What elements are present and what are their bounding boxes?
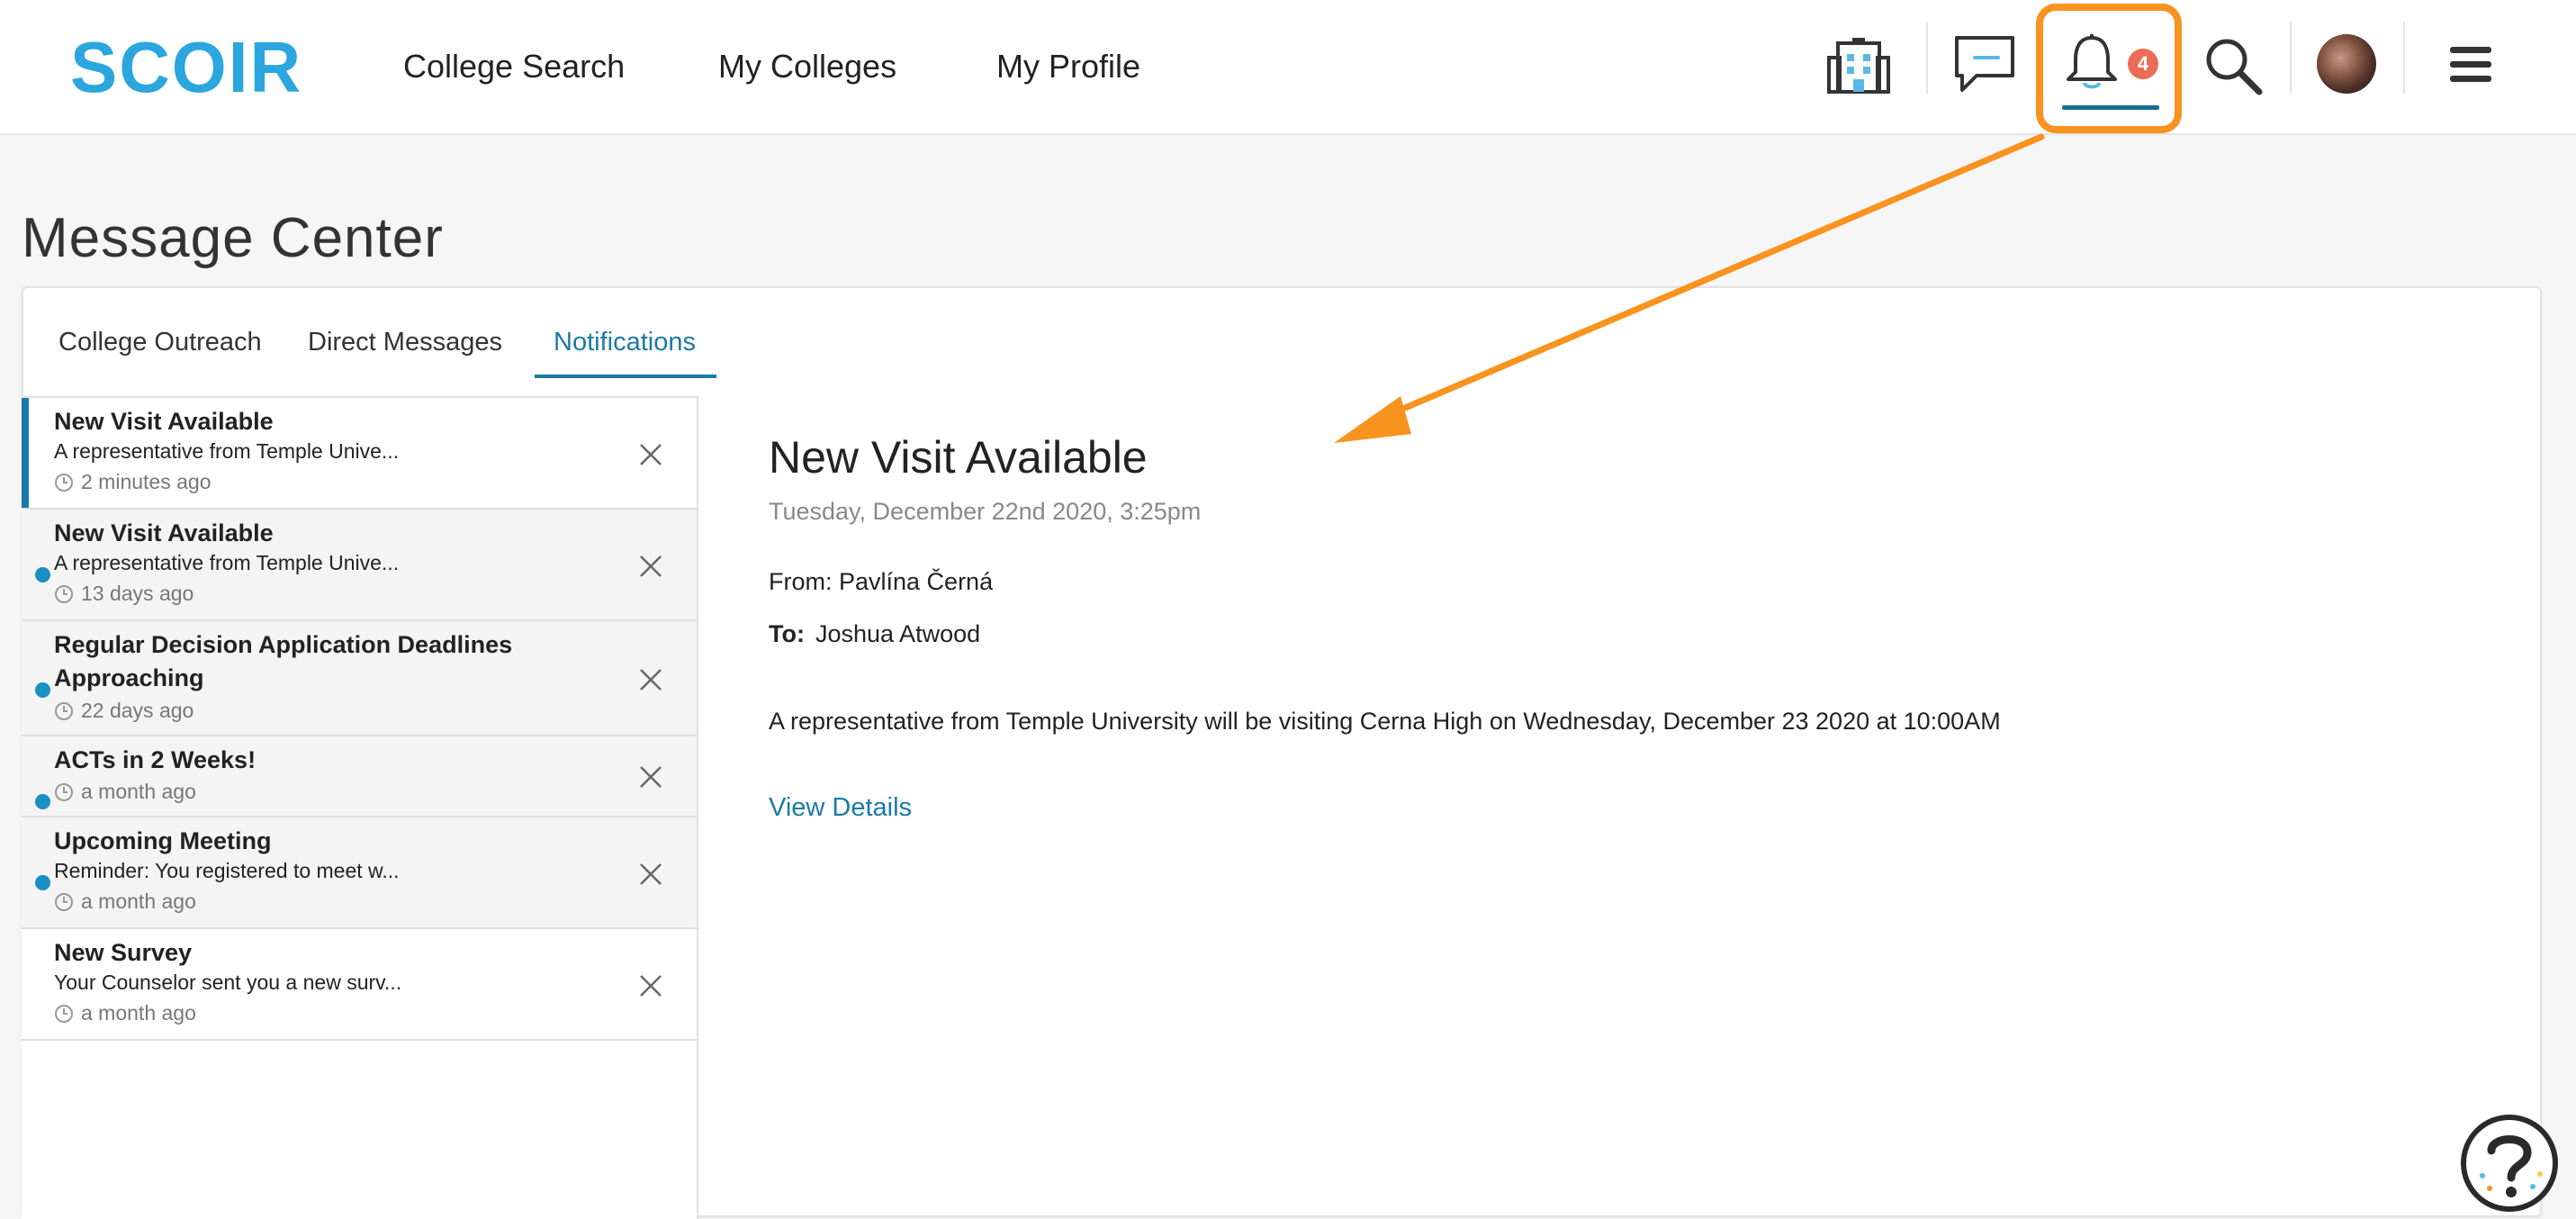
close-icon[interactable] [637,972,664,999]
notification-preview: A representative from Temple Unive... [54,439,400,463]
close-icon[interactable] [637,441,664,468]
close-icon[interactable] [637,763,664,790]
header-divider [2290,22,2292,94]
question-mark-icon [2480,1135,2543,1197]
top-header: SCOIR College Search My Colleges My Prof… [0,0,2576,135]
tab-direct-messages[interactable]: Direct Messages [308,324,502,360]
detail-body: A representative from Temple University … [769,708,2001,735]
close-icon[interactable] [637,861,664,888]
tab-active-underline [535,375,716,378]
unread-dot [35,567,50,582]
detail-date: Tuesday, December 22nd 2020, 3:25pm [769,498,1202,525]
list-item[interactable]: New Survey Your Counselor sent you a new… [22,929,697,1041]
avatar[interactable] [2317,34,2376,94]
notification-title: New Visit Available [54,408,274,435]
bell-icon[interactable] [2065,32,2119,92]
detail-title: New Visit Available [769,432,1148,483]
to-label: To: [769,620,805,647]
clock-icon [55,893,73,911]
header-divider [2403,22,2405,94]
notification-count-badge: 4 [2128,49,2158,79]
close-icon[interactable] [637,666,664,693]
search-icon[interactable] [2203,36,2263,95]
notification-title: Upcoming Meeting [54,827,272,854]
page-title: Message Center [22,207,444,269]
clock-icon [55,702,73,720]
notification-preview: Your Counselor sent you a new surv... [54,971,402,994]
list-item[interactable]: ACTs in 2 Weeks! a month ago [22,736,697,817]
notification-preview: A representative from Temple Unive... [54,551,400,574]
active-item-accent [22,398,29,508]
nav-college-search[interactable]: College Search [403,45,625,88]
tab-college-outreach[interactable]: College Outreach [59,324,262,360]
list-item[interactable]: Upcoming Meeting Reminder: You registere… [22,817,697,929]
notification-time: a month ago [54,778,196,805]
close-icon[interactable] [637,553,664,580]
active-indicator [2062,105,2159,110]
clock-icon [55,585,73,603]
building-icon[interactable] [1827,36,1890,95]
unread-dot [35,875,50,890]
clock-icon [55,783,73,801]
notification-time: 2 minutes ago [54,468,211,495]
notification-time: a month ago [54,999,196,1026]
hamburger-menu-icon[interactable] [2448,43,2493,86]
scoir-logo[interactable]: SCOIR [70,32,304,101]
clock-icon [55,474,73,492]
nav-my-colleges[interactable]: My Colleges [718,45,896,88]
detail-from: From: Pavlína Černá [769,568,994,595]
unread-dot [35,794,50,809]
notification-title: ACTs in 2 Weeks! [54,746,257,773]
detail-to: To: Joshua Atwood [769,618,980,650]
list-item[interactable]: New Visit Available A representative fro… [22,398,697,510]
svg-text:SCOIR: SCOIR [70,32,302,101]
notification-time: 13 days ago [54,580,194,607]
notification-list: New Visit Available A representative fro… [22,396,698,1219]
to-value: Joshua Atwood [815,620,981,647]
list-item[interactable]: New Visit Available A representative fro… [22,510,697,621]
view-details-link[interactable]: View Details [769,790,912,825]
help-button[interactable] [2461,1115,2558,1212]
header-divider [2176,22,2178,94]
notification-title: New Survey [54,939,193,966]
tab-notifications[interactable]: Notifications [554,324,696,360]
notification-time: 22 days ago [54,697,194,724]
chat-icon[interactable] [1953,34,2016,94]
notification-time: a month ago [54,888,196,915]
notification-title: New Visit Available [54,519,274,546]
list-item[interactable]: Regular Decision Application Deadlines A… [22,621,697,736]
notification-preview: Reminder: You registered to meet w... [54,859,400,882]
unread-dot [35,682,50,698]
nav-my-profile[interactable]: My Profile [996,45,1140,88]
notification-title: Regular Decision Application Deadlines A… [54,631,513,691]
clock-icon [55,1005,73,1023]
header-divider [1926,22,1928,94]
header-divider [2039,22,2040,94]
